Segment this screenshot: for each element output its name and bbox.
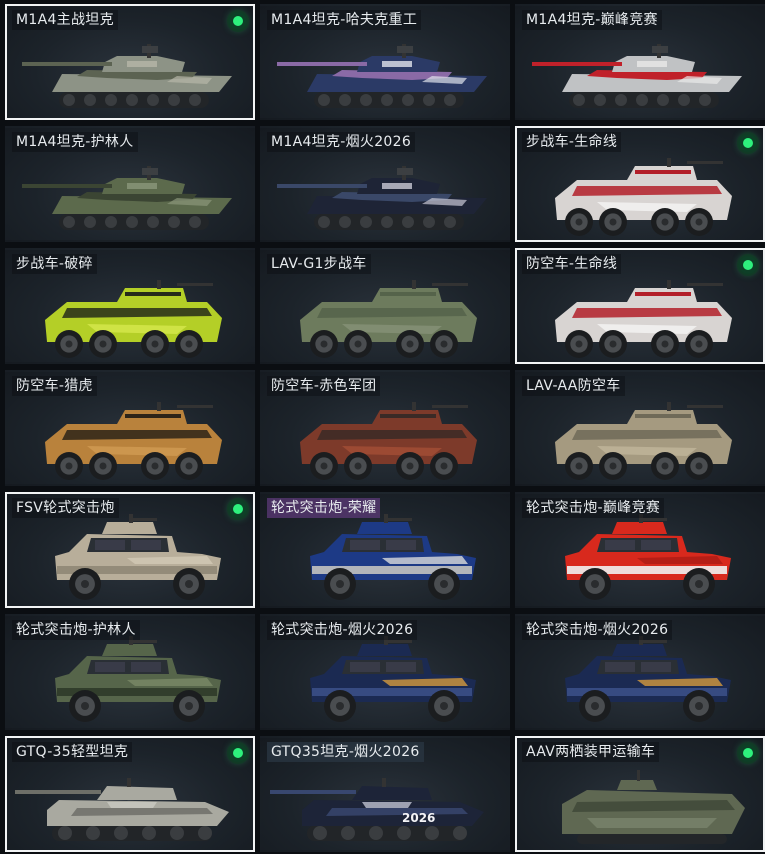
vehicle-name-label: 轮式突击炮-巅峰竞赛 (522, 498, 665, 518)
owned-indicator-icon (229, 12, 247, 30)
vehicle-name-label: LAV-G1步战车 (267, 254, 371, 274)
owned-indicator-icon (229, 744, 247, 762)
owned-indicator-icon (229, 500, 247, 518)
vehicle-skin-card[interactable]: 轮式突击炮-荣耀 (260, 492, 510, 608)
vehicle-name-label: FSV轮式突击炮 (12, 498, 119, 518)
vehicle-skin-card[interactable]: M1A4坦克-巅峰竞赛 (515, 4, 765, 120)
vehicle-name-label: M1A4坦克-护林人 (12, 132, 138, 152)
vehicle-name-label: 轮式突击炮-护林人 (12, 620, 140, 640)
vehicle-skin-card[interactable]: LAV-G1步战车 (260, 248, 510, 364)
vehicle-name-label: 轮式突击炮-荣耀 (267, 498, 381, 518)
vehicle-skin-card[interactable]: 轮式突击炮-烟火2026 (515, 614, 765, 730)
vehicle-skin-card[interactable]: FSV轮式突击炮 (5, 492, 255, 608)
vehicle-name-label: 轮式突击炮-烟火2026 (267, 620, 418, 640)
owned-indicator-icon (739, 744, 757, 762)
owned-indicator-icon (739, 134, 757, 152)
vehicle-name-label: 步战车-破碎 (12, 254, 97, 274)
vehicle-skin-card[interactable]: M1A4坦克-烟火2026 (260, 126, 510, 242)
vehicle-name-label: 步战车-生命线 (522, 132, 622, 152)
vehicle-name-label: M1A4坦克-哈夫克重工 (267, 10, 422, 30)
vehicle-name-label: 防空车-赤色军团 (267, 376, 381, 396)
vehicle-skin-card[interactable]: M1A4坦克-哈夫克重工 (260, 4, 510, 120)
vehicle-skin-grid: M1A4主战坦克 M1A4坦克-哈夫克重工 M1A4坦克-巅峰竞赛 M1A4坦克-护林… (0, 0, 765, 854)
badge-2026-label: 2026 (402, 811, 435, 825)
vehicle-name-label: GTQ-35轻型坦克 (12, 742, 133, 762)
vehicle-skin-card[interactable]: 步战车-破碎 (5, 248, 255, 364)
vehicle-skin-card[interactable]: 轮式突击炮-烟火2026 (260, 614, 510, 730)
vehicle-skin-card[interactable]: 轮式突击炮-护林人 (5, 614, 255, 730)
vehicle-skin-card[interactable]: 2026 GTQ35坦克-烟火2026 (260, 736, 510, 852)
vehicle-skin-card[interactable]: 步战车-生命线 (515, 126, 765, 242)
vehicle-name-label: GTQ35坦克-烟火2026 (267, 742, 424, 762)
vehicle-name-label: 防空车-猎虎 (12, 376, 97, 396)
vehicle-skin-card[interactable]: LAV-AA防空车 (515, 370, 765, 486)
vehicle-skin-card[interactable]: GTQ-35轻型坦克 (5, 736, 255, 852)
vehicle-skin-card[interactable]: M1A4主战坦克 (5, 4, 255, 120)
vehicle-skin-card[interactable]: M1A4坦克-护林人 (5, 126, 255, 242)
vehicle-skin-card[interactable]: 防空车-猎虎 (5, 370, 255, 486)
owned-indicator-icon (739, 256, 757, 274)
vehicle-skin-card[interactable]: AAV两栖装甲运输车 (515, 736, 765, 852)
vehicle-name-label: LAV-AA防空车 (522, 376, 625, 396)
vehicle-skin-card[interactable]: 轮式突击炮-巅峰竞赛 (515, 492, 765, 608)
vehicle-name-label: 轮式突击炮-烟火2026 (522, 620, 673, 640)
vehicle-name-label: M1A4坦克-烟火2026 (267, 132, 416, 152)
vehicle-name-label: M1A4主战坦克 (12, 10, 118, 30)
vehicle-skin-card[interactable]: 防空车-赤色军团 (260, 370, 510, 486)
vehicle-name-label: M1A4坦克-巅峰竞赛 (522, 10, 662, 30)
vehicle-skin-card[interactable]: 防空车-生命线 (515, 248, 765, 364)
vehicle-name-label: AAV两栖装甲运输车 (522, 742, 660, 762)
vehicle-name-label: 防空车-生命线 (522, 254, 622, 274)
